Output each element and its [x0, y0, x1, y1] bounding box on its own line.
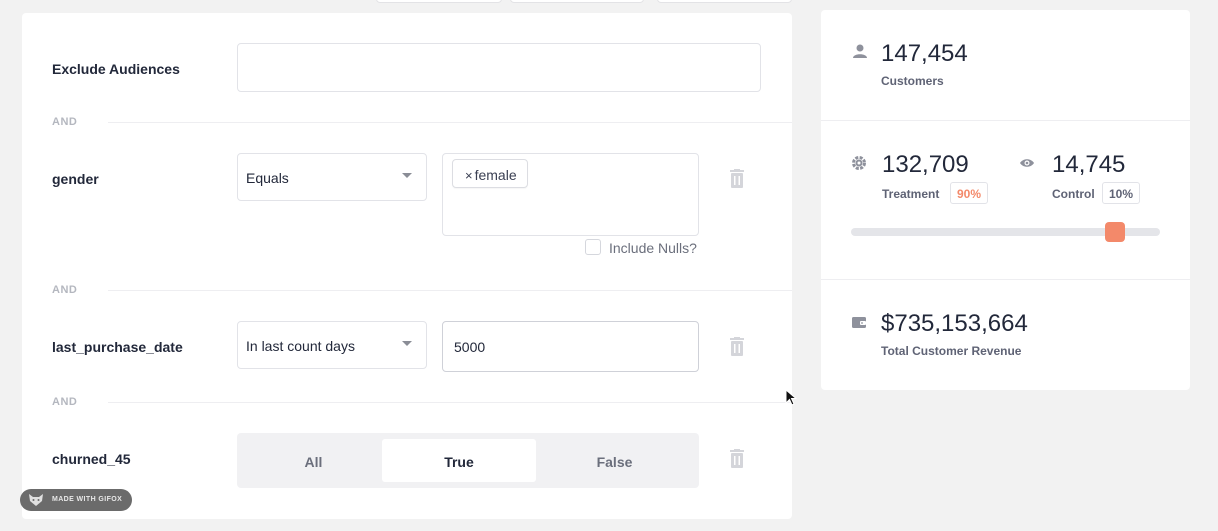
trash-icon[interactable] [728, 169, 746, 189]
include-nulls-checkbox[interactable] [585, 239, 601, 255]
user-icon [853, 44, 867, 58]
segment-false[interactable]: False [537, 439, 692, 482]
gear-icon [852, 156, 866, 170]
trash-icon[interactable] [728, 337, 746, 357]
fox-logo-icon [29, 494, 43, 506]
value-tag: × female [452, 159, 528, 188]
chevron-down-icon [402, 341, 412, 346]
divider [108, 122, 792, 123]
segment-all[interactable]: All [243, 439, 384, 482]
treatment-pct-badge: 90% [950, 182, 989, 204]
include-nulls-label: Include Nulls? [609, 240, 697, 256]
filter-card: Exclude Audiences AND gender Equals × fem… [22, 13, 792, 519]
and-label: AND [52, 284, 78, 296]
churned-45-label: churned_45 [52, 451, 131, 467]
customers-count: 147,454 [881, 40, 968, 67]
split-slider-track[interactable] [851, 222, 1160, 242]
treatment-label: Treatment [882, 187, 940, 201]
gender-values-input[interactable]: × female [442, 153, 699, 236]
watermark-text: MADE WITH GIFOX [52, 496, 123, 503]
last-purchase-days-input[interactable]: 5000 [442, 321, 699, 372]
trash-icon[interactable] [728, 449, 746, 469]
divider [821, 279, 1190, 280]
treatment-count: 132,709 [882, 151, 969, 178]
and-label: AND [52, 116, 78, 128]
gender-operator-value: Equals [246, 170, 289, 186]
control-pct-badge: 10% [1102, 182, 1141, 204]
toolbar-button-2[interactable] [510, 0, 644, 3]
last-purchase-operator-select[interactable]: In last count days [237, 321, 427, 369]
divider [821, 120, 1190, 121]
toolbar-button-3[interactable] [657, 0, 792, 3]
control-count: 14,745 [1052, 151, 1126, 178]
last-purchase-operator-value: In last count days [246, 338, 355, 354]
exclude-audiences-input[interactable] [237, 43, 761, 92]
revenue-label: Total Customer Revenue [881, 344, 1022, 358]
segment-true[interactable]: True [382, 439, 536, 482]
gifox-watermark: MADE WITH GIFOX [20, 489, 132, 511]
control-label: Control [1052, 187, 1095, 201]
exclude-audiences-label: Exclude Audiences [52, 61, 180, 77]
gender-operator-select[interactable]: Equals [237, 153, 427, 201]
customers-label: Customers [881, 74, 944, 88]
tag-remove-icon[interactable]: × [465, 168, 473, 183]
churned-segmented-control: All True False [237, 433, 699, 488]
tag-label: female [474, 167, 517, 183]
split-slider-handle[interactable] [1105, 222, 1125, 242]
divider [108, 402, 792, 403]
audience-summary-card: 147,454 Customers 132,709 Treatment 90% … [821, 10, 1190, 390]
gender-label: gender [52, 171, 99, 187]
eye-icon [1020, 159, 1034, 167]
toolbar-button-1[interactable] [376, 0, 502, 3]
divider [108, 290, 792, 291]
last-purchase-date-label: last_purchase_date [52, 339, 183, 355]
revenue-value: $735,153,664 [881, 310, 1028, 337]
wallet-icon [852, 317, 866, 328]
chevron-down-icon [402, 173, 412, 178]
mouse-cursor-icon [785, 389, 797, 406]
and-label: AND [52, 396, 78, 408]
